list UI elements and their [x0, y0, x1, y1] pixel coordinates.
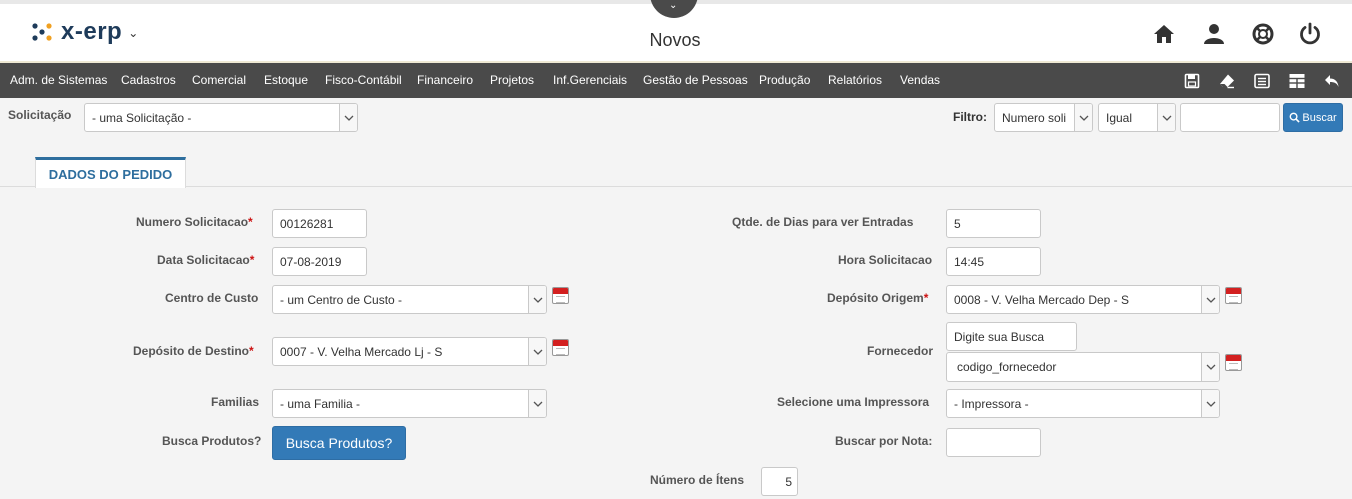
- menu-item-producao[interactable]: Produção: [759, 63, 810, 98]
- power-icon[interactable]: [1298, 22, 1322, 46]
- busca-produtos-label: Busca Produtos?: [162, 434, 262, 448]
- filtro-operator-value: Igual: [1106, 110, 1133, 125]
- hora-solicitacao-label: Hora Solicitacao: [838, 253, 933, 267]
- calendar-icon[interactable]: [552, 287, 569, 304]
- fornecedor-search-value: Digite sua Busca: [954, 329, 1045, 344]
- tab-dados-do-pedido[interactable]: DADOS DO PEDIDO: [35, 157, 186, 188]
- chevron-down-icon: [1074, 104, 1092, 131]
- filtro-value-input[interactable]: [1180, 103, 1280, 132]
- data-solicitacao-input[interactable]: 07-08-2019: [272, 247, 367, 276]
- familias-select[interactable]: - uma Familia -: [272, 389, 547, 418]
- data-solicitacao-value: 07-08-2019: [280, 254, 342, 269]
- menu-item-comercial[interactable]: Comercial: [192, 63, 246, 98]
- list-icon[interactable]: [1253, 72, 1271, 90]
- menu-item-estoque[interactable]: Estoque: [264, 63, 308, 98]
- fornecedor-select-value: codigo_fornecedor: [957, 360, 1057, 374]
- app-logo[interactable]: x-erp ⌄: [31, 18, 138, 46]
- main-menu-bar: Adm. de Sistemas Cadastros Comercial Est…: [0, 63, 1352, 98]
- home-icon[interactable]: [1152, 22, 1176, 46]
- deposito-destino-value: 0007 - V. Velha Mercado Lj - S: [280, 344, 443, 359]
- centro-custo-value: - um Centro de Custo -: [280, 292, 403, 307]
- chevron-down-icon: [1157, 104, 1175, 131]
- qtde-dias-value: 5: [954, 216, 961, 231]
- back-arrow-icon[interactable]: [1323, 72, 1341, 90]
- grid-icon[interactable]: [1288, 72, 1306, 90]
- deposito-origem-label: Depósito Origem*: [827, 291, 929, 305]
- fornecedor-label: Fornecedor: [867, 344, 934, 358]
- hora-solicitacao-value: 14:45: [954, 254, 985, 269]
- menu-item-fisco-contabil[interactable]: Fisco-Contábil: [325, 63, 402, 98]
- calendar-icon[interactable]: [552, 339, 569, 356]
- solicitacao-select-value: - uma Solicitação -: [92, 110, 192, 125]
- x-erp-logo-icon: [32, 23, 52, 41]
- chevron-down-icon: [528, 286, 546, 313]
- chevron-down-icon: ⌄: [669, 0, 678, 11]
- numero-itens-value: 5: [785, 474, 792, 489]
- menu-item-adm-sistemas[interactable]: Adm. de Sistemas: [10, 63, 107, 98]
- data-solicitacao-label: Data Solicitacao*: [157, 253, 255, 267]
- save-icon[interactable]: [1183, 72, 1201, 90]
- menu-item-financeiro[interactable]: Financeiro: [417, 63, 473, 98]
- numero-itens-label: Número de Ítens: [650, 473, 745, 487]
- qtde-dias-label: Qtde. de Dias para ver Entradas: [732, 215, 914, 229]
- user-icon[interactable]: [1202, 22, 1226, 46]
- centro-custo-label: Centro de Custo: [165, 291, 259, 305]
- eraser-icon[interactable]: [1218, 72, 1236, 90]
- calendar-icon[interactable]: [1225, 287, 1242, 304]
- deposito-destino-select[interactable]: 0007 - V. Velha Mercado Lj - S: [272, 337, 547, 366]
- numero-solicitacao-input[interactable]: 00126281: [272, 209, 367, 238]
- familias-value: - uma Familia -: [280, 396, 361, 411]
- hora-solicitacao-input[interactable]: 14:45: [946, 247, 1041, 276]
- impressora-value: - Impressora -: [954, 396, 1029, 411]
- help-lifebuoy-icon[interactable]: [1251, 22, 1275, 46]
- filtro-field-value: Numero soli: [1002, 110, 1067, 125]
- fornecedor-search-input[interactable]: Digite sua Busca: [946, 322, 1077, 351]
- chevron-down-icon: [528, 338, 546, 365]
- menu-item-vendas[interactable]: Vendas: [900, 63, 940, 98]
- logo-text: x-erp: [61, 18, 123, 45]
- impressora-select[interactable]: - Impressora -: [946, 389, 1220, 418]
- deposito-destino-label: Depósito de Destino*: [133, 344, 254, 358]
- buscar-nota-label: Buscar por Nota:: [835, 434, 933, 448]
- filtro-operator-select[interactable]: Igual: [1098, 103, 1176, 132]
- chevron-down-icon: [1201, 286, 1219, 313]
- menu-item-cadastros[interactable]: Cadastros: [121, 63, 176, 98]
- deposito-origem-value: 0008 - V. Velha Mercado Dep - S: [954, 292, 1129, 307]
- buscar-button-label: Buscar: [1302, 111, 1337, 124]
- impressora-label: Selecione uma Impressora: [777, 395, 930, 409]
- menu-item-projetos[interactable]: Projetos: [490, 63, 534, 98]
- menu-item-inf-gerenciais[interactable]: Inf.Gerenciais: [553, 63, 627, 98]
- calendar-icon[interactable]: [1225, 354, 1242, 371]
- chevron-down-icon: [1201, 390, 1219, 417]
- filtro-field-select[interactable]: Numero soli: [994, 103, 1093, 132]
- buscar-nota-input[interactable]: [946, 428, 1041, 457]
- menu-item-relatorios[interactable]: Relatórios: [828, 63, 882, 98]
- solicitacao-select[interactable]: - uma Solicitação -: [84, 103, 358, 132]
- fornecedor-select[interactable]: codigo_fornecedor: [946, 352, 1220, 382]
- search-icon: [1289, 112, 1301, 123]
- numero-solicitacao-value: 00126281: [280, 216, 334, 231]
- chevron-down-icon: [339, 104, 357, 131]
- collapse-header-toggle[interactable]: ⌄: [650, 0, 698, 18]
- deposito-origem-select[interactable]: 0008 - V. Velha Mercado Dep - S: [946, 285, 1220, 314]
- chevron-down-icon: [528, 390, 546, 417]
- chevron-down-icon[interactable]: ⌄: [128, 26, 138, 40]
- tab-strip: DADOS DO PEDIDO: [0, 157, 1352, 188]
- buscar-button[interactable]: Buscar: [1283, 103, 1343, 132]
- chevron-down-icon: [1201, 353, 1219, 381]
- familias-label: Familias: [211, 395, 260, 409]
- filtro-label: Filtro:: [953, 110, 987, 124]
- numero-itens-input[interactable]: 5: [761, 467, 798, 496]
- top-header: x-erp ⌄ ⌄ Novos: [0, 0, 1352, 63]
- page-title: Novos: [649, 30, 701, 50]
- menu-item-gestao-pessoas[interactable]: Gestão de Pessoas: [643, 63, 748, 98]
- numero-solicitacao-label: Numero Solicitacao*: [136, 215, 253, 229]
- busca-produtos-button[interactable]: Busca Produtos?: [272, 426, 406, 460]
- solicitacao-label: Solicitação: [8, 108, 72, 122]
- centro-custo-select[interactable]: - um Centro de Custo -: [272, 285, 547, 314]
- qtde-dias-input[interactable]: 5: [946, 209, 1041, 238]
